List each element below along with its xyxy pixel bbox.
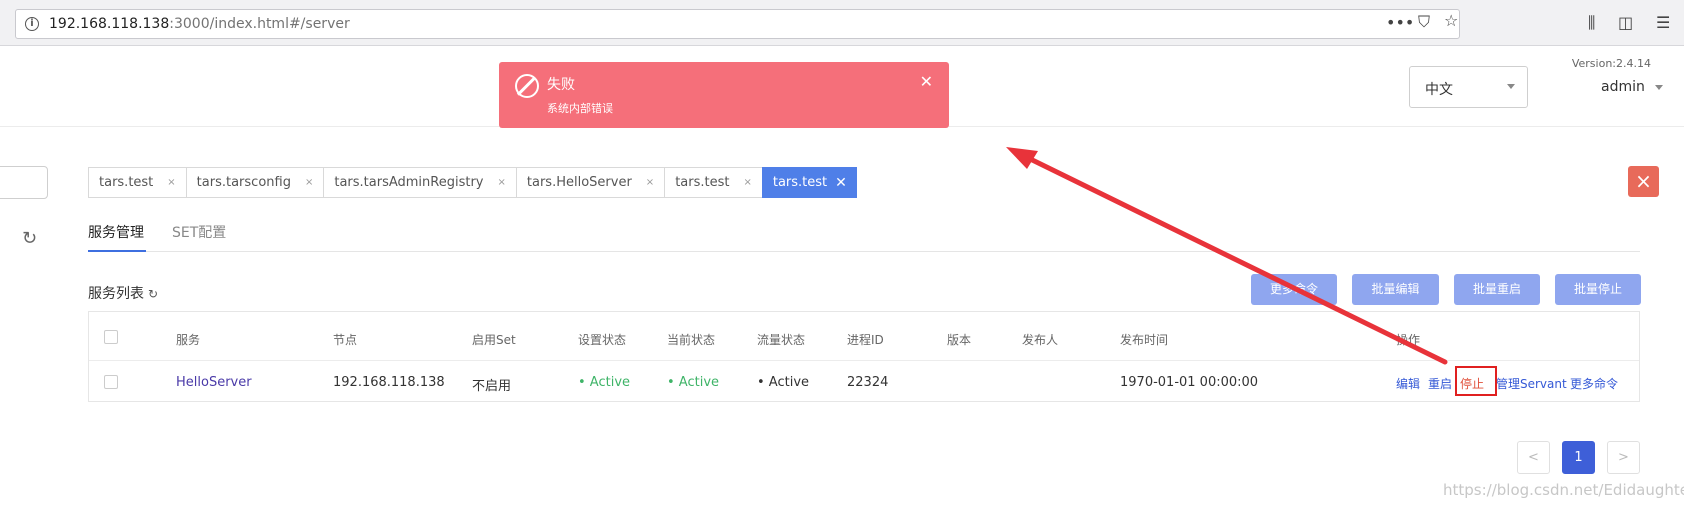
- restart-link[interactable]: 重启: [1428, 375, 1452, 392]
- chevron-down-icon: [1507, 84, 1515, 89]
- more-actions-icon[interactable]: •••: [1386, 15, 1414, 31]
- ban-icon: [515, 74, 539, 98]
- tab-label: tars.test: [99, 175, 154, 190]
- column-header-service: 服务: [176, 333, 201, 347]
- column-header-operations: 操作: [1396, 333, 1421, 347]
- current-state-cell: • Active: [667, 375, 720, 390]
- column-header-publisher: 发布人: [1022, 333, 1059, 347]
- notification-message: 系统内部错误: [547, 102, 613, 115]
- error-notification: 失败 系统内部错误 ✕: [499, 62, 949, 128]
- left-search-input[interactable]: [0, 166, 48, 199]
- tab-label: tars.test: [772, 175, 828, 190]
- refresh-icon[interactable]: ↻: [148, 287, 158, 301]
- close-icon[interactable]: ×: [646, 177, 654, 188]
- batch-edit-button[interactable]: 批量编辑: [1352, 274, 1439, 305]
- column-header-setting-state: 设置状态: [578, 333, 627, 347]
- close-icon[interactable]: ×: [498, 177, 506, 188]
- setting-state-cell: • Active: [578, 375, 631, 390]
- pocket-icon[interactable]: ⛉: [1418, 14, 1430, 30]
- column-header-version: 版本: [947, 333, 972, 347]
- edit-link[interactable]: 编辑: [1396, 375, 1420, 392]
- user-menu[interactable]: admin: [1601, 79, 1663, 95]
- watermark: https://blog.csdn.net/Edidaughter: [1443, 481, 1684, 499]
- tab-set-config[interactable]: SET配置: [172, 222, 226, 252]
- refresh-icon[interactable]: ↻: [22, 228, 37, 249]
- tab-label: tars.tarsconfig: [196, 175, 291, 190]
- service-name-link[interactable]: HelloServer: [176, 375, 252, 390]
- column-header-node: 节点: [333, 333, 358, 347]
- version-label: Version:2.4.14: [1571, 57, 1651, 70]
- enable-set-cell: 不启用: [472, 379, 512, 394]
- column-header-current-state: 当前状态: [667, 333, 716, 347]
- node-cell: 192.168.118.138: [333, 375, 445, 390]
- menu-icon[interactable]: ☰: [1656, 15, 1670, 31]
- service-list-title: 服务列表 ↻: [88, 283, 158, 303]
- close-icon[interactable]: ✕: [920, 72, 933, 91]
- close-icon[interactable]: ✕: [835, 175, 847, 191]
- tab-tars-test-2[interactable]: tars.test ×: [664, 167, 762, 198]
- column-header-publish-time: 发布时间: [1120, 333, 1169, 347]
- select-all-checkbox[interactable]: [104, 330, 118, 344]
- sidebar-icon[interactable]: ◫: [1618, 15, 1633, 31]
- tab-tars-helloserver[interactable]: tars.HelloServer ×: [515, 167, 665, 198]
- tab-tars-tarsconfig[interactable]: tars.tarsconfig ×: [185, 167, 324, 198]
- column-header-enable-set: 启用Set: [472, 333, 516, 347]
- library-icon[interactable]: ⫼: [1588, 15, 1595, 31]
- manage-servant-link[interactable]: 管理Servant: [1496, 375, 1567, 392]
- stop-annotation-box: [1455, 366, 1497, 396]
- bookmark-star-icon[interactable]: ☆: [1444, 13, 1458, 29]
- close-icon[interactable]: ×: [743, 177, 751, 188]
- batch-restart-button[interactable]: 批量重启: [1454, 274, 1540, 305]
- list-title-text: 服务列表: [88, 286, 144, 302]
- next-page-button[interactable]: >: [1607, 441, 1640, 474]
- batch-stop-button[interactable]: 批量停止: [1555, 274, 1641, 305]
- info-icon[interactable]: i: [25, 17, 39, 31]
- tab-label: tars.HelloServer: [526, 175, 632, 190]
- page-1-button[interactable]: 1: [1562, 441, 1595, 474]
- tab-label: tars.tarsAdminRegistry: [334, 175, 484, 190]
- tab-label: tars.test: [675, 175, 730, 190]
- pid-cell: 22324: [847, 375, 889, 390]
- address-bar[interactable]: i 192.168.118.138:3000/index.html#/serve…: [15, 9, 1460, 39]
- browser-toolbar: i 192.168.118.138:3000/index.html#/serve…: [0, 0, 1684, 46]
- row-divider: [89, 360, 1639, 361]
- row-checkbox[interactable]: [104, 375, 118, 389]
- tab-service-management[interactable]: 服务管理: [88, 222, 146, 252]
- language-select[interactable]: 中文: [1409, 66, 1528, 108]
- service-table: 服务 节点 启用Set 设置状态 当前状态 流量状态 进程ID 版本 发布人 发…: [88, 311, 1640, 402]
- prev-page-button[interactable]: <: [1517, 441, 1550, 474]
- tab-tars-test-active[interactable]: tars.test ✕: [761, 167, 857, 198]
- username: admin: [1601, 79, 1645, 95]
- close-icon[interactable]: ×: [305, 177, 313, 188]
- language-value: 中文: [1425, 82, 1453, 98]
- more-commands-button[interactable]: 更多命令: [1251, 274, 1337, 305]
- column-header-flow-state: 流量状态: [757, 333, 806, 347]
- close-icon[interactable]: ×: [167, 177, 175, 188]
- open-tabs: tars.test × tars.tarsconfig × tars.tarsAdm…: [88, 167, 857, 198]
- close-all-tabs-button[interactable]: ×: [1628, 166, 1659, 197]
- tab-tars-tarsadminregistry[interactable]: tars.tarsAdminRegistry ×: [323, 167, 516, 198]
- more-commands-link[interactable]: 更多命令: [1570, 375, 1618, 392]
- flow-state-cell: • Active: [757, 375, 810, 390]
- column-header-pid: 进程ID: [847, 333, 884, 347]
- tab-tars-test[interactable]: tars.test ×: [88, 167, 186, 198]
- publish-time-cell: 1970-01-01 00:00:00: [1120, 375, 1259, 390]
- chevron-down-icon: [1654, 84, 1663, 90]
- url-text: 192.168.118.138:3000/index.html#/server: [49, 16, 350, 32]
- sub-tabs: 服务管理 SET配置: [88, 222, 1640, 252]
- notification-title: 失败: [547, 77, 575, 93]
